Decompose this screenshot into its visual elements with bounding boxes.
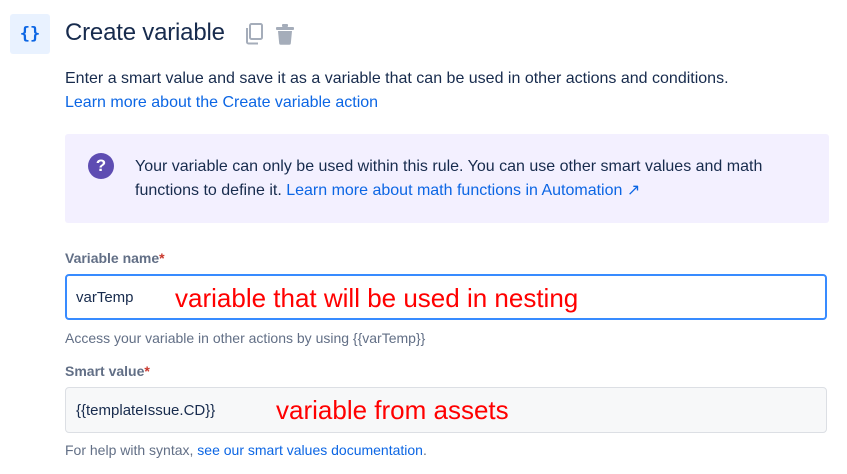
required-asterisk: * <box>159 250 165 266</box>
external-link-icon[interactable]: ↗ <box>627 182 640 199</box>
variable-name-label: Variable name* <box>65 250 165 266</box>
braces-glyph: {} <box>19 24 41 44</box>
variable-name-value[interactable]: varTemp <box>76 289 134 306</box>
math-functions-link-label[interactable]: Learn more about math functions in Autom… <box>286 182 622 199</box>
math-functions-link[interactable]: Learn more about math functions in Autom… <box>286 182 640 199</box>
smart-value-helper: For help with syntax, see our smart valu… <box>65 442 427 458</box>
info-panel: ? Your variable can only be used within … <box>65 134 829 223</box>
variable-name-annotation: variable that will be used in nesting <box>175 283 579 313</box>
variable-braces-icon: {} <box>10 14 50 54</box>
question-icon: ? <box>88 153 114 179</box>
page-title: Create variable <box>65 19 225 46</box>
smart-value-label: Smart value* <box>65 363 150 379</box>
question-glyph: ? <box>95 156 107 175</box>
trash-icon[interactable] <box>274 22 296 46</box>
variable-name-helper: Access your variable in other actions by… <box>65 330 426 346</box>
smart-values-documentation-link[interactable]: see our smart values documentation <box>197 442 423 458</box>
copy-icon[interactable] <box>243 22 265 46</box>
smart-value-helper-suffix: . <box>422 442 427 458</box>
info-text: Your variable can only be used within th… <box>135 155 825 203</box>
required-asterisk: * <box>144 363 150 379</box>
smart-value-annotation: variable from assets <box>276 395 509 425</box>
smart-value-helper-prefix: For help with syntax, <box>65 442 198 458</box>
smart-value-value[interactable]: {{templateIssue.CD}} <box>76 402 215 419</box>
description-text: Enter a smart value and save it as a var… <box>65 70 729 87</box>
learn-more-create-variable-link[interactable]: Learn more about the Create variable act… <box>65 91 378 115</box>
smart-value-label-text: Smart value <box>65 363 145 379</box>
variable-name-label-text: Variable name <box>65 250 160 266</box>
